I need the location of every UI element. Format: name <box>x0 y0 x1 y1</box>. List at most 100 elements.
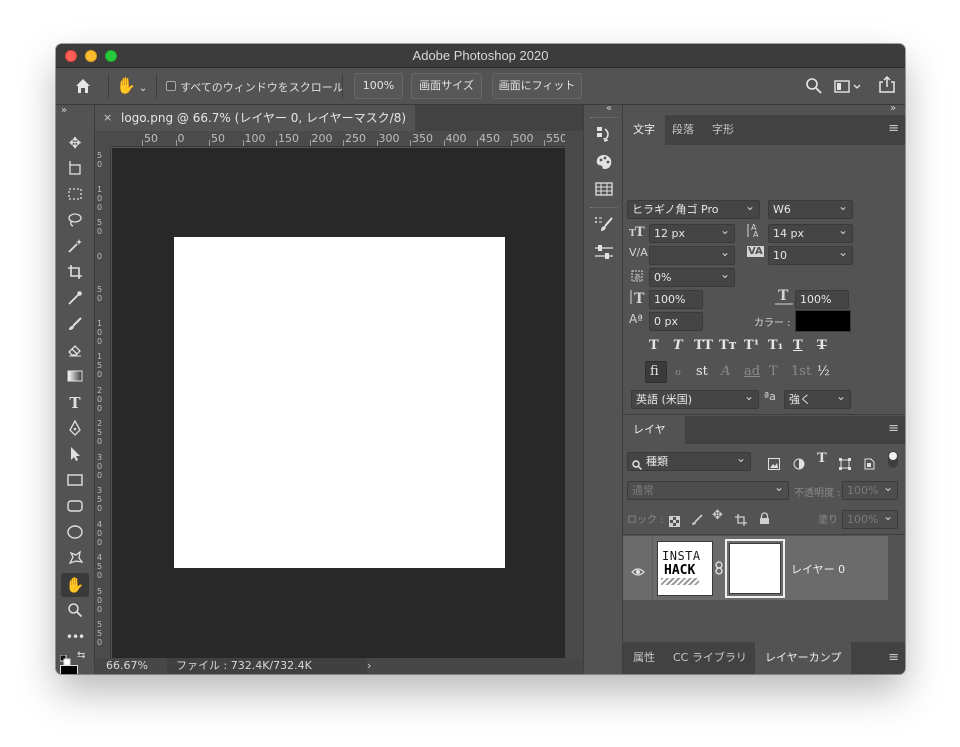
bottom-panel-menu-icon[interactable]: ≡ <box>888 650 899 665</box>
vertical-ruler[interactable]: 5 0 1 0 0 5 0 0 5 0 1 0 0 1 5 0 2 0 0 2 5 0 3 0 0… <box>95 131 111 658</box>
close-tab-icon[interactable]: × <box>103 105 112 131</box>
eyedropper-tool-icon[interactable] <box>61 287 89 311</box>
workspace-icon[interactable] <box>834 79 862 98</box>
layer-mask-link-icon[interactable] <box>715 560 723 579</box>
history-panel-icon[interactable] <box>592 125 616 147</box>
ordinals-button[interactable]: 1st <box>791 364 811 379</box>
lock-position-icon[interactable]: ✥ <box>712 508 723 523</box>
brush-settings-icon[interactable] <box>592 215 616 237</box>
fill-screen-button[interactable]: 画面にフィット <box>492 73 582 99</box>
zoom-tool-icon[interactable] <box>61 599 89 623</box>
scroll-all-windows-checkbox[interactable] <box>166 81 176 91</box>
brush-tool-icon[interactable] <box>61 313 89 337</box>
hand-tool-icon[interactable]: ✋ <box>61 573 89 597</box>
kerning-field[interactable] <box>649 244 735 265</box>
faux-italic-button[interactable]: T <box>673 338 683 353</box>
tab-properties[interactable]: 属性 <box>623 642 665 674</box>
zoom-level[interactable]: 66.67% <box>106 658 148 674</box>
rectangle-tool-icon[interactable] <box>61 469 89 493</box>
tracking-field[interactable]: 10 <box>768 244 853 265</box>
antialias-select[interactable]: 強く <box>784 388 851 409</box>
horizontal-ruler[interactable]: 50 0 50 100 150 200 250 300 350 400 450 500 550 <box>111 131 567 147</box>
hand-tool-preset-icon[interactable]: ✋ ⌄ <box>116 76 150 98</box>
tab-character[interactable]: 文字 <box>623 115 665 145</box>
collapse-panels-icon[interactable]: » <box>890 103 896 114</box>
gradient-tool-icon[interactable] <box>61 365 89 389</box>
lock-artboard-icon[interactable] <box>735 511 747 530</box>
discretionary-ligatures-button[interactable]: st <box>696 364 708 379</box>
default-colors-icon[interactable] <box>59 651 71 666</box>
lock-all-icon[interactable] <box>759 510 770 529</box>
stylistic-alternates-button[interactable]: ad <box>744 364 760 379</box>
font-family-select[interactable]: ヒラギノ角ゴ Pro <box>627 198 760 219</box>
crop-tool-icon[interactable] <box>61 261 89 285</box>
pen-tool-icon[interactable] <box>61 417 89 441</box>
text-color-swatch[interactable] <box>795 310 851 332</box>
fit-screen-button[interactable]: 画面サイズ <box>411 73 482 99</box>
more-tools-icon[interactable]: ••• <box>61 625 89 649</box>
canvas-area[interactable] <box>112 148 565 658</box>
tab-cc-libraries[interactable]: CC ライブラリ <box>663 642 757 674</box>
leading-field[interactable]: 14 px <box>768 222 853 243</box>
underline-button[interactable]: T <box>793 338 803 353</box>
collapse-toolbar-icon[interactable]: » <box>61 105 67 116</box>
tab-layers[interactable]: レイヤー <box>623 416 685 464</box>
filter-smart-object-icon[interactable] <box>863 455 875 474</box>
tsume-field[interactable]: 0% <box>649 266 735 287</box>
eraser-tool-icon[interactable] <box>61 339 89 363</box>
layer-row[interactable]: INSTA HACK レイヤー 0 <box>623 536 888 600</box>
tab-layer-comps[interactable]: レイヤーカンプ <box>755 642 852 674</box>
rounded-rectangle-tool-icon[interactable] <box>61 495 89 519</box>
superscript-button[interactable]: T¹ <box>744 338 759 353</box>
zoom-100-button[interactable]: 100% <box>354 73 403 99</box>
tab-glyphs[interactable]: 字形 <box>702 115 744 145</box>
expand-dock-icon[interactable]: « <box>606 103 612 114</box>
blend-mode-select[interactable]: 通常 <box>627 479 789 500</box>
fractions-button[interactable]: ½ <box>817 364 830 379</box>
swap-colors-icon[interactable]: ⇆ <box>77 650 85 661</box>
fill-field[interactable]: 100% <box>842 508 898 529</box>
strikethrough-button[interactable]: T <box>817 338 827 353</box>
font-size-field[interactable]: 12 px <box>649 222 735 243</box>
color-palette-icon[interactable] <box>592 153 616 175</box>
all-caps-button[interactable]: TT <box>694 338 713 353</box>
font-style-select[interactable]: W6 <box>768 198 853 219</box>
lock-pixels-icon[interactable] <box>691 511 703 530</box>
custom-shape-tool-icon[interactable] <box>61 547 89 571</box>
status-menu-arrow[interactable]: › <box>367 658 371 674</box>
marquee-tool-icon[interactable] <box>61 183 89 207</box>
document-canvas[interactable] <box>174 237 505 568</box>
faux-bold-button[interactable]: T <box>649 338 659 353</box>
swatches-grid-icon[interactable] <box>592 181 616 203</box>
layers-panel-menu-icon[interactable]: ≡ <box>888 421 899 436</box>
adjustments-icon[interactable] <box>592 243 616 265</box>
layer-visibility-eye-icon[interactable] <box>631 562 645 581</box>
vertical-scale-field[interactable]: 100% <box>649 290 703 309</box>
home-icon[interactable] <box>74 77 94 97</box>
layer-name[interactable]: レイヤー 0 <box>791 561 845 577</box>
small-caps-button[interactable]: Tт <box>719 338 737 353</box>
foreground-color-swatch[interactable] <box>60 665 78 674</box>
horizontal-scale-field[interactable]: 100% <box>795 290 849 309</box>
filter-toggle-switch[interactable] <box>888 451 898 468</box>
share-icon[interactable] <box>878 75 896 98</box>
move-tool-icon[interactable]: ✥ <box>61 131 89 155</box>
layer-thumbnail[interactable]: INSTA HACK <box>657 541 713 596</box>
document-tab[interactable]: × logo.png @ 66.7% (レイヤー 0, レイヤーマスク/8) * <box>95 105 415 151</box>
path-selection-tool-icon[interactable] <box>61 443 89 467</box>
type-tool-icon[interactable]: T <box>61 391 89 415</box>
filter-shape-icon[interactable] <box>839 455 851 474</box>
magic-wand-tool-icon[interactable] <box>61 235 89 259</box>
filter-adjustment-icon[interactable] <box>793 455 805 474</box>
contextual-alternates-button[interactable]: ℴ <box>675 364 681 379</box>
titling-alternates-button[interactable]: T <box>769 364 778 379</box>
artboard-tool-icon[interactable] <box>61 157 89 181</box>
swash-button[interactable]: A <box>721 364 730 379</box>
filter-type-icon[interactable]: T <box>817 451 827 466</box>
subscript-button[interactable]: T₁ <box>768 338 783 353</box>
tab-paragraph[interactable]: 段落 <box>662 115 704 145</box>
ellipse-tool-icon[interactable] <box>61 521 89 545</box>
vertical-scrollbar[interactable] <box>565 131 583 658</box>
filter-pixel-icon[interactable] <box>768 455 780 474</box>
layer-mask-thumbnail[interactable] <box>725 539 785 598</box>
